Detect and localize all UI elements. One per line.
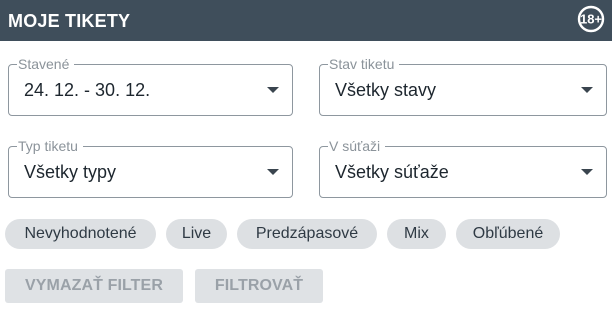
chip-oblubene[interactable]: Obľúbené (456, 219, 560, 249)
chip-nevyhodnotene[interactable]: Nevyhodnotené (5, 219, 156, 249)
caret-down-icon (581, 87, 593, 93)
typ-tiketu-label: Typ tiketu (17, 137, 83, 155)
stavene-select[interactable]: Stavené 24. 12. - 30. 12. (8, 55, 293, 116)
chip-predzapasove[interactable]: Predzápasové (237, 219, 377, 249)
page-title: MOJE TIKETY (8, 11, 131, 31)
my-tickets-panel: MOJE TIKETY 18+ Stavené 24. 12. - 30. 12… (0, 0, 612, 311)
caret-down-icon (581, 169, 593, 175)
age-restriction-18-icon: 18+ (577, 5, 605, 33)
header-bar: MOJE TIKETY 18+ (0, 0, 612, 41)
typ-tiketu-value: Všetky typy (24, 162, 117, 182)
stav-tiketu-label: Stav tiketu (328, 55, 400, 73)
filter-button[interactable]: FILTROVAŤ (195, 269, 323, 303)
v-sutazi-value: Všetky súťaže (335, 162, 449, 182)
stavene-value: 24. 12. - 30. 12. (24, 80, 151, 100)
stav-tiketu-select[interactable]: Stav tiketu Všetky stavy (319, 55, 607, 116)
v-sutazi-label: V súťaži (328, 137, 386, 155)
chip-mix[interactable]: Mix (387, 219, 446, 249)
caret-down-icon (267, 87, 279, 93)
chip-live[interactable]: Live (166, 219, 227, 249)
caret-down-icon (267, 169, 279, 175)
stavene-label: Stavené (17, 55, 75, 73)
typ-tiketu-select[interactable]: Typ tiketu Všetky typy (8, 137, 293, 198)
v-sutazi-select[interactable]: V súťaži Všetky súťaže (319, 137, 607, 198)
stav-tiketu-value: Všetky stavy (335, 80, 437, 100)
age-badge-text: 18+ (580, 12, 602, 27)
clear-filter-button[interactable]: VYMAZAŤ FILTER (5, 269, 183, 303)
